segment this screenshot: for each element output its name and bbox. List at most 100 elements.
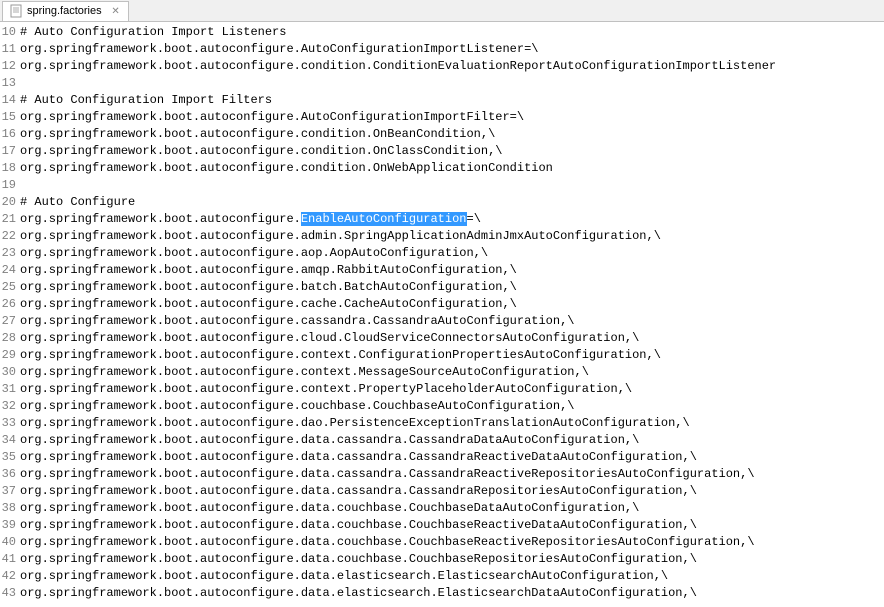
line-number: 24 xyxy=(0,262,20,279)
line-number: 40 xyxy=(0,534,20,551)
line-number: 36 xyxy=(0,466,20,483)
code-line[interactable]: 19 xyxy=(0,177,776,194)
code-text: org.springframework.boot.autoconfigure.d… xyxy=(20,466,755,483)
code-line[interactable]: 29org.springframework.boot.autoconfigure… xyxy=(0,347,776,364)
line-number: 21 xyxy=(0,211,20,228)
line-number: 12 xyxy=(0,58,20,75)
highlighted-selection: EnableAutoConfiguration xyxy=(301,212,467,226)
code-line[interactable]: 17org.springframework.boot.autoconfigure… xyxy=(0,143,776,160)
code-text: org.springframework.boot.autoconfigure.c… xyxy=(20,398,575,415)
code-text: org.springframework.boot.autoconfigure.E… xyxy=(20,211,481,228)
line-number: 25 xyxy=(0,279,20,296)
line-number: 18 xyxy=(0,160,20,177)
code-text: org.springframework.boot.autoconfigure.a… xyxy=(20,262,517,279)
file-icon xyxy=(9,4,23,18)
code-line[interactable]: 42org.springframework.boot.autoconfigure… xyxy=(0,568,776,585)
line-number: 27 xyxy=(0,313,20,330)
code-line[interactable]: 40org.springframework.boot.autoconfigure… xyxy=(0,534,776,551)
line-number: 26 xyxy=(0,296,20,313)
line-number: 42 xyxy=(0,568,20,585)
code-text: org.springframework.boot.autoconfigure.c… xyxy=(20,330,639,347)
code-line[interactable]: 34org.springframework.boot.autoconfigure… xyxy=(0,432,776,449)
line-number: 20 xyxy=(0,194,20,211)
code-line[interactable]: 13 xyxy=(0,75,776,92)
code-line[interactable]: 33org.springframework.boot.autoconfigure… xyxy=(0,415,776,432)
line-number: 16 xyxy=(0,126,20,143)
code-line[interactable]: 22org.springframework.boot.autoconfigure… xyxy=(0,228,776,245)
editor-tab[interactable]: spring.factories ✕ xyxy=(2,1,129,21)
code-line[interactable]: 16org.springframework.boot.autoconfigure… xyxy=(0,126,776,143)
line-number: 10 xyxy=(0,24,20,41)
code-line[interactable]: 12org.springframework.boot.autoconfigure… xyxy=(0,58,776,75)
line-number: 32 xyxy=(0,398,20,415)
code-line[interactable]: 23org.springframework.boot.autoconfigure… xyxy=(0,245,776,262)
code-line[interactable]: 18org.springframework.boot.autoconfigure… xyxy=(0,160,776,177)
code-line[interactable]: 39org.springframework.boot.autoconfigure… xyxy=(0,517,776,534)
code-line[interactable]: 14# Auto Configuration Import Filters xyxy=(0,92,776,109)
code-line[interactable]: 35org.springframework.boot.autoconfigure… xyxy=(0,449,776,466)
code-line[interactable]: 10# Auto Configuration Import Listeners xyxy=(0,24,776,41)
code-text: org.springframework.boot.autoconfigure.a… xyxy=(20,228,661,245)
line-number: 23 xyxy=(0,245,20,262)
tab-bar: spring.factories ✕ xyxy=(0,0,884,22)
line-number: 17 xyxy=(0,143,20,160)
line-number: 14 xyxy=(0,92,20,109)
line-number: 15 xyxy=(0,109,20,126)
code-editor[interactable]: 10# Auto Configuration Import Listeners1… xyxy=(0,22,884,602)
code-line[interactable]: 20# Auto Configure xyxy=(0,194,776,211)
code-text: org.springframework.boot.autoconfigure.c… xyxy=(20,296,517,313)
code-text: org.springframework.boot.autoconfigure.d… xyxy=(20,449,697,466)
code-text: org.springframework.boot.autoconfigure.c… xyxy=(20,160,553,177)
line-number: 28 xyxy=(0,330,20,347)
code-line[interactable]: 32org.springframework.boot.autoconfigure… xyxy=(0,398,776,415)
line-number: 29 xyxy=(0,347,20,364)
line-number: 31 xyxy=(0,381,20,398)
code-line[interactable]: 37org.springframework.boot.autoconfigure… xyxy=(0,483,776,500)
code-line[interactable]: 26org.springframework.boot.autoconfigure… xyxy=(0,296,776,313)
code-text: org.springframework.boot.autoconfigure.c… xyxy=(20,381,632,398)
line-number: 33 xyxy=(0,415,20,432)
code-text: org.springframework.boot.autoconfigure.d… xyxy=(20,568,668,585)
code-text: org.springframework.boot.autoconfigure.c… xyxy=(20,347,661,364)
code-text: org.springframework.boot.autoconfigure.b… xyxy=(20,279,517,296)
code-text: org.springframework.boot.autoconfigure.c… xyxy=(20,364,589,381)
code-line[interactable]: 15org.springframework.boot.autoconfigure… xyxy=(0,109,776,126)
line-number: 13 xyxy=(0,75,20,92)
code-text: # Auto Configuration Import Filters xyxy=(20,92,272,109)
code-text: org.springframework.boot.autoconfigure.d… xyxy=(20,432,639,449)
line-number: 19 xyxy=(0,177,20,194)
code-line[interactable]: 41org.springframework.boot.autoconfigure… xyxy=(0,551,776,568)
code-text: org.springframework.boot.autoconfigure.d… xyxy=(20,517,697,534)
code-text: org.springframework.boot.autoconfigure.A… xyxy=(20,109,524,126)
line-number: 39 xyxy=(0,517,20,534)
line-number: 30 xyxy=(0,364,20,381)
line-number: 34 xyxy=(0,432,20,449)
code-text: org.springframework.boot.autoconfigure.c… xyxy=(20,126,495,143)
line-number: 41 xyxy=(0,551,20,568)
line-number: 38 xyxy=(0,500,20,517)
code-line[interactable]: 24org.springframework.boot.autoconfigure… xyxy=(0,262,776,279)
code-text: org.springframework.boot.autoconfigure.d… xyxy=(20,415,690,432)
line-number: 35 xyxy=(0,449,20,466)
code-line[interactable]: 25org.springframework.boot.autoconfigure… xyxy=(0,279,776,296)
line-number: 22 xyxy=(0,228,20,245)
code-text: org.springframework.boot.autoconfigure.A… xyxy=(20,41,538,58)
code-text: # Auto Configure xyxy=(20,194,135,211)
code-text: org.springframework.boot.autoconfigure.a… xyxy=(20,245,488,262)
code-line[interactable]: 27org.springframework.boot.autoconfigure… xyxy=(0,313,776,330)
close-icon[interactable]: ✕ xyxy=(110,5,122,17)
tab-title: spring.factories xyxy=(27,5,102,17)
code-text: org.springframework.boot.autoconfigure.d… xyxy=(20,534,755,551)
code-line[interactable]: 36org.springframework.boot.autoconfigure… xyxy=(0,466,776,483)
code-line[interactable]: 31org.springframework.boot.autoconfigure… xyxy=(0,381,776,398)
code-line[interactable]: 11org.springframework.boot.autoconfigure… xyxy=(0,41,776,58)
code-text: org.springframework.boot.autoconfigure.c… xyxy=(20,313,575,330)
code-line[interactable]: 30org.springframework.boot.autoconfigure… xyxy=(0,364,776,381)
code-text: org.springframework.boot.autoconfigure.d… xyxy=(20,483,697,500)
code-text: org.springframework.boot.autoconfigure.d… xyxy=(20,551,697,568)
code-text: org.springframework.boot.autoconfigure.c… xyxy=(20,143,502,160)
code-line[interactable]: 38org.springframework.boot.autoconfigure… xyxy=(0,500,776,517)
code-line[interactable]: 28org.springframework.boot.autoconfigure… xyxy=(0,330,776,347)
code-line[interactable]: 43org.springframework.boot.autoconfigure… xyxy=(0,585,776,602)
code-line[interactable]: 21org.springframework.boot.autoconfigure… xyxy=(0,211,776,228)
